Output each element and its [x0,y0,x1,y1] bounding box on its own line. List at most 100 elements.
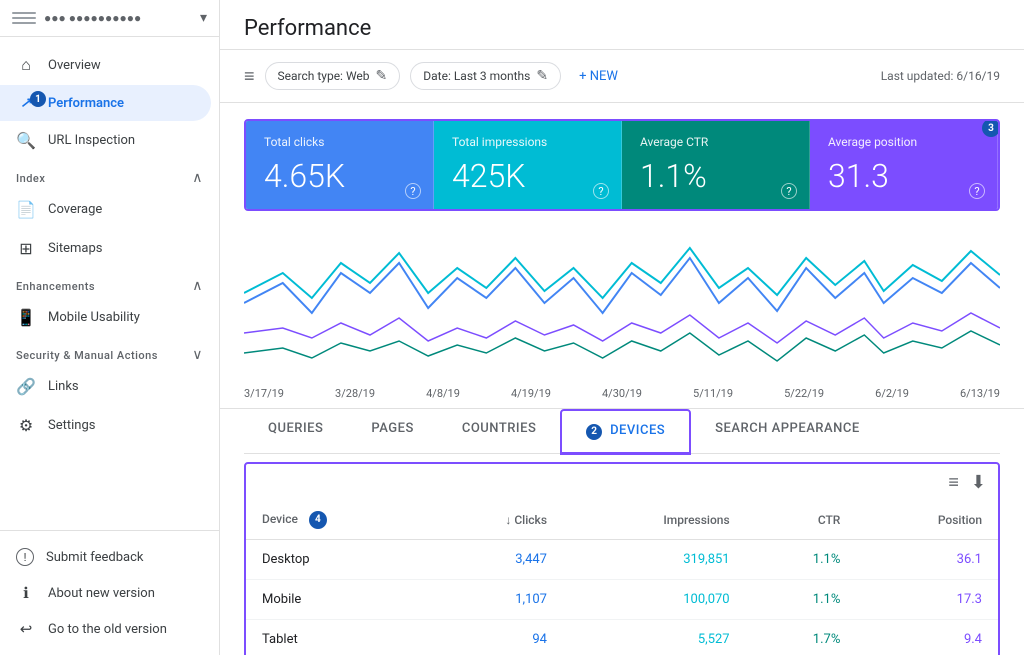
home-icon: ⌂ [16,55,36,75]
clicks-value: 94 [426,619,563,655]
sidebar-item-url-inspection[interactable]: 🔍 URL Inspection [0,121,211,160]
back-icon: ↩ [16,620,36,638]
metric-value: 31.3 [828,157,979,195]
step-badge-4: 4 [309,511,327,529]
ctr-value: 1.7% [746,619,857,655]
download-icon[interactable]: ⬇ [971,472,986,493]
ctr-value: 1.1% [746,539,857,579]
performance-chart [244,223,1000,383]
sidebar-item-label: Settings [48,418,95,433]
metrics-section: Total clicks 4.65K ? Total impressions 4… [220,103,1024,211]
sidebar-item-links[interactable]: 🔗 Links [0,367,211,406]
sidebar-item-coverage[interactable]: 📄 Coverage [0,190,211,229]
sidebar-item-label: Coverage [48,202,102,217]
info-icon[interactable]: ? [781,183,797,199]
tab-pages[interactable]: PAGES [347,409,437,454]
sidebar-item-label: Sitemaps [48,241,103,256]
table-header-row: Device 4 ↓ Clicks Impressions CTR [246,501,998,540]
tab-countries[interactable]: COUNTRIES [438,409,561,454]
table-row: Mobile 1,107 100,070 1.1% 17.3 [246,579,998,619]
tab-search-appearance[interactable]: SEARCH APPEARANCE [691,409,884,454]
sidebar-item-label: Mobile Usability [48,310,140,325]
sidebar-item-sitemaps[interactable]: ⊞ Sitemaps [0,229,211,268]
position-value: 17.3 [856,579,998,619]
position-value: 36.1 [856,539,998,579]
col-position: Position [856,501,998,540]
sidebar-item-settings[interactable]: ⚙ Settings [0,406,211,445]
feedback-icon: ! [16,548,34,566]
table-wrapper: ≡ ⬇ Device 4 ↓ Clicks [244,462,1000,655]
date-label: Date: Last 3 months [423,69,530,83]
sidebar: ●●● ●●●●●●●●●● ▾ ⌂ Overview ↗ Performanc… [0,0,220,655]
tab-queries[interactable]: QUERIES [244,409,347,454]
info-icon[interactable]: ? [969,183,985,199]
go-to-old-version-button[interactable]: ↩ Go to the old version [0,611,219,647]
sidebar-footer: ! Submit feedback ℹ About new version ↩ … [0,530,219,655]
metric-card-impressions: Total impressions 425K ? [434,121,622,209]
col-device: Device 4 [246,501,426,540]
sidebar-item-performance[interactable]: ↗ Performance 1 [0,85,211,121]
date-chip[interactable]: Date: Last 3 months ✎ [410,62,561,90]
impressions-value: 5,527 [563,619,746,655]
chevron-down-icon: ∨ [192,347,203,363]
metric-label: Average position [828,135,979,149]
metric-card-ctr: Average CTR 1.1% ? [622,121,810,209]
security-section[interactable]: Security & Manual Actions ∨ [0,337,219,367]
search-icon: 🔍 [16,131,36,150]
edit-icon: ✎ [536,68,548,84]
sidebar-item-label: Overview [48,58,101,73]
links-icon: 🔗 [16,377,36,396]
step-badge-1: 1 [30,91,46,107]
filter-rows-icon[interactable]: ≡ [948,472,959,493]
table-row: Desktop 3,447 319,851 1.1% 36.1 [246,539,998,579]
date-axis: 3/17/19 3/28/19 4/8/19 4/19/19 4/30/19 5… [244,383,1000,408]
col-clicks[interactable]: ↓ Clicks [426,501,563,540]
clicks-value: 1,107 [426,579,563,619]
position-value: 9.4 [856,619,998,655]
footer-item-label: Go to the old version [48,622,167,637]
main-header: Performance [220,0,1024,50]
footer-item-label: About new version [48,586,155,601]
search-type-chip[interactable]: Search type: Web ✎ [265,62,401,90]
metric-value: 4.65K [264,157,415,195]
site-name: ●●● ●●●●●●●●●● [44,11,192,25]
col-ctr: CTR [746,501,857,540]
metric-label: Average CTR [640,135,791,149]
sidebar-item-overview[interactable]: ⌂ Overview [0,45,211,85]
metric-card-clicks: Total clicks 4.65K ? [246,121,434,209]
metric-card-position: Average position 31.3 ? [810,121,998,209]
page-title: Performance [244,16,371,41]
metric-label: Total clicks [264,135,415,149]
step-badge-2: 2 [586,424,602,440]
search-type-label: Search type: Web [278,69,370,83]
filter-icon[interactable]: ≡ [244,66,255,87]
sidebar-nav: ⌂ Overview ↗ Performance 1 🔍 URL Inspect… [0,37,219,530]
chevron-down-icon[interactable]: ▾ [200,10,207,26]
tabs: QUERIES PAGES COUNTRIES 2 DEVICES SEARCH… [244,409,1000,454]
tabs-section: QUERIES PAGES COUNTRIES 2 DEVICES SEARCH… [220,408,1024,454]
info-icon[interactable]: ? [593,183,609,199]
enhancements-section[interactable]: Enhancements ∧ [0,268,219,298]
metric-value: 1.1% [640,157,791,195]
mobile-icon: 📱 [16,308,36,327]
metrics-cards: Total clicks 4.65K ? Total impressions 4… [244,119,1000,211]
content-area: Total clicks 4.65K ? Total impressions 4… [220,103,1024,655]
submit-feedback-button[interactable]: ! Submit feedback [0,539,219,575]
info-icon[interactable]: ? [405,183,421,199]
device-name: Mobile [246,579,426,619]
menu-icon[interactable] [12,11,36,25]
step-badge-3: 3 [982,119,1000,137]
main-content: Performance ≡ Search type: Web ✎ Date: L… [220,0,1024,655]
impressions-value: 100,070 [563,579,746,619]
chart-area [244,223,1000,383]
sidebar-item-label: URL Inspection [48,133,135,148]
sidebar-item-mobile-usability[interactable]: 📱 Mobile Usability [0,298,211,337]
chevron-up-icon: ∧ [192,278,203,294]
about-new-version-button[interactable]: ℹ About new version [0,575,219,611]
device-name: Desktop [246,539,426,579]
new-button[interactable]: + NEW [571,64,626,89]
tab-devices[interactable]: 2 DEVICES [560,409,691,455]
last-updated: Last updated: 6/16/19 [881,69,1000,83]
toolbar: ≡ Search type: Web ✎ Date: Last 3 months… [220,50,1024,103]
index-section[interactable]: Index ∧ [0,160,219,190]
